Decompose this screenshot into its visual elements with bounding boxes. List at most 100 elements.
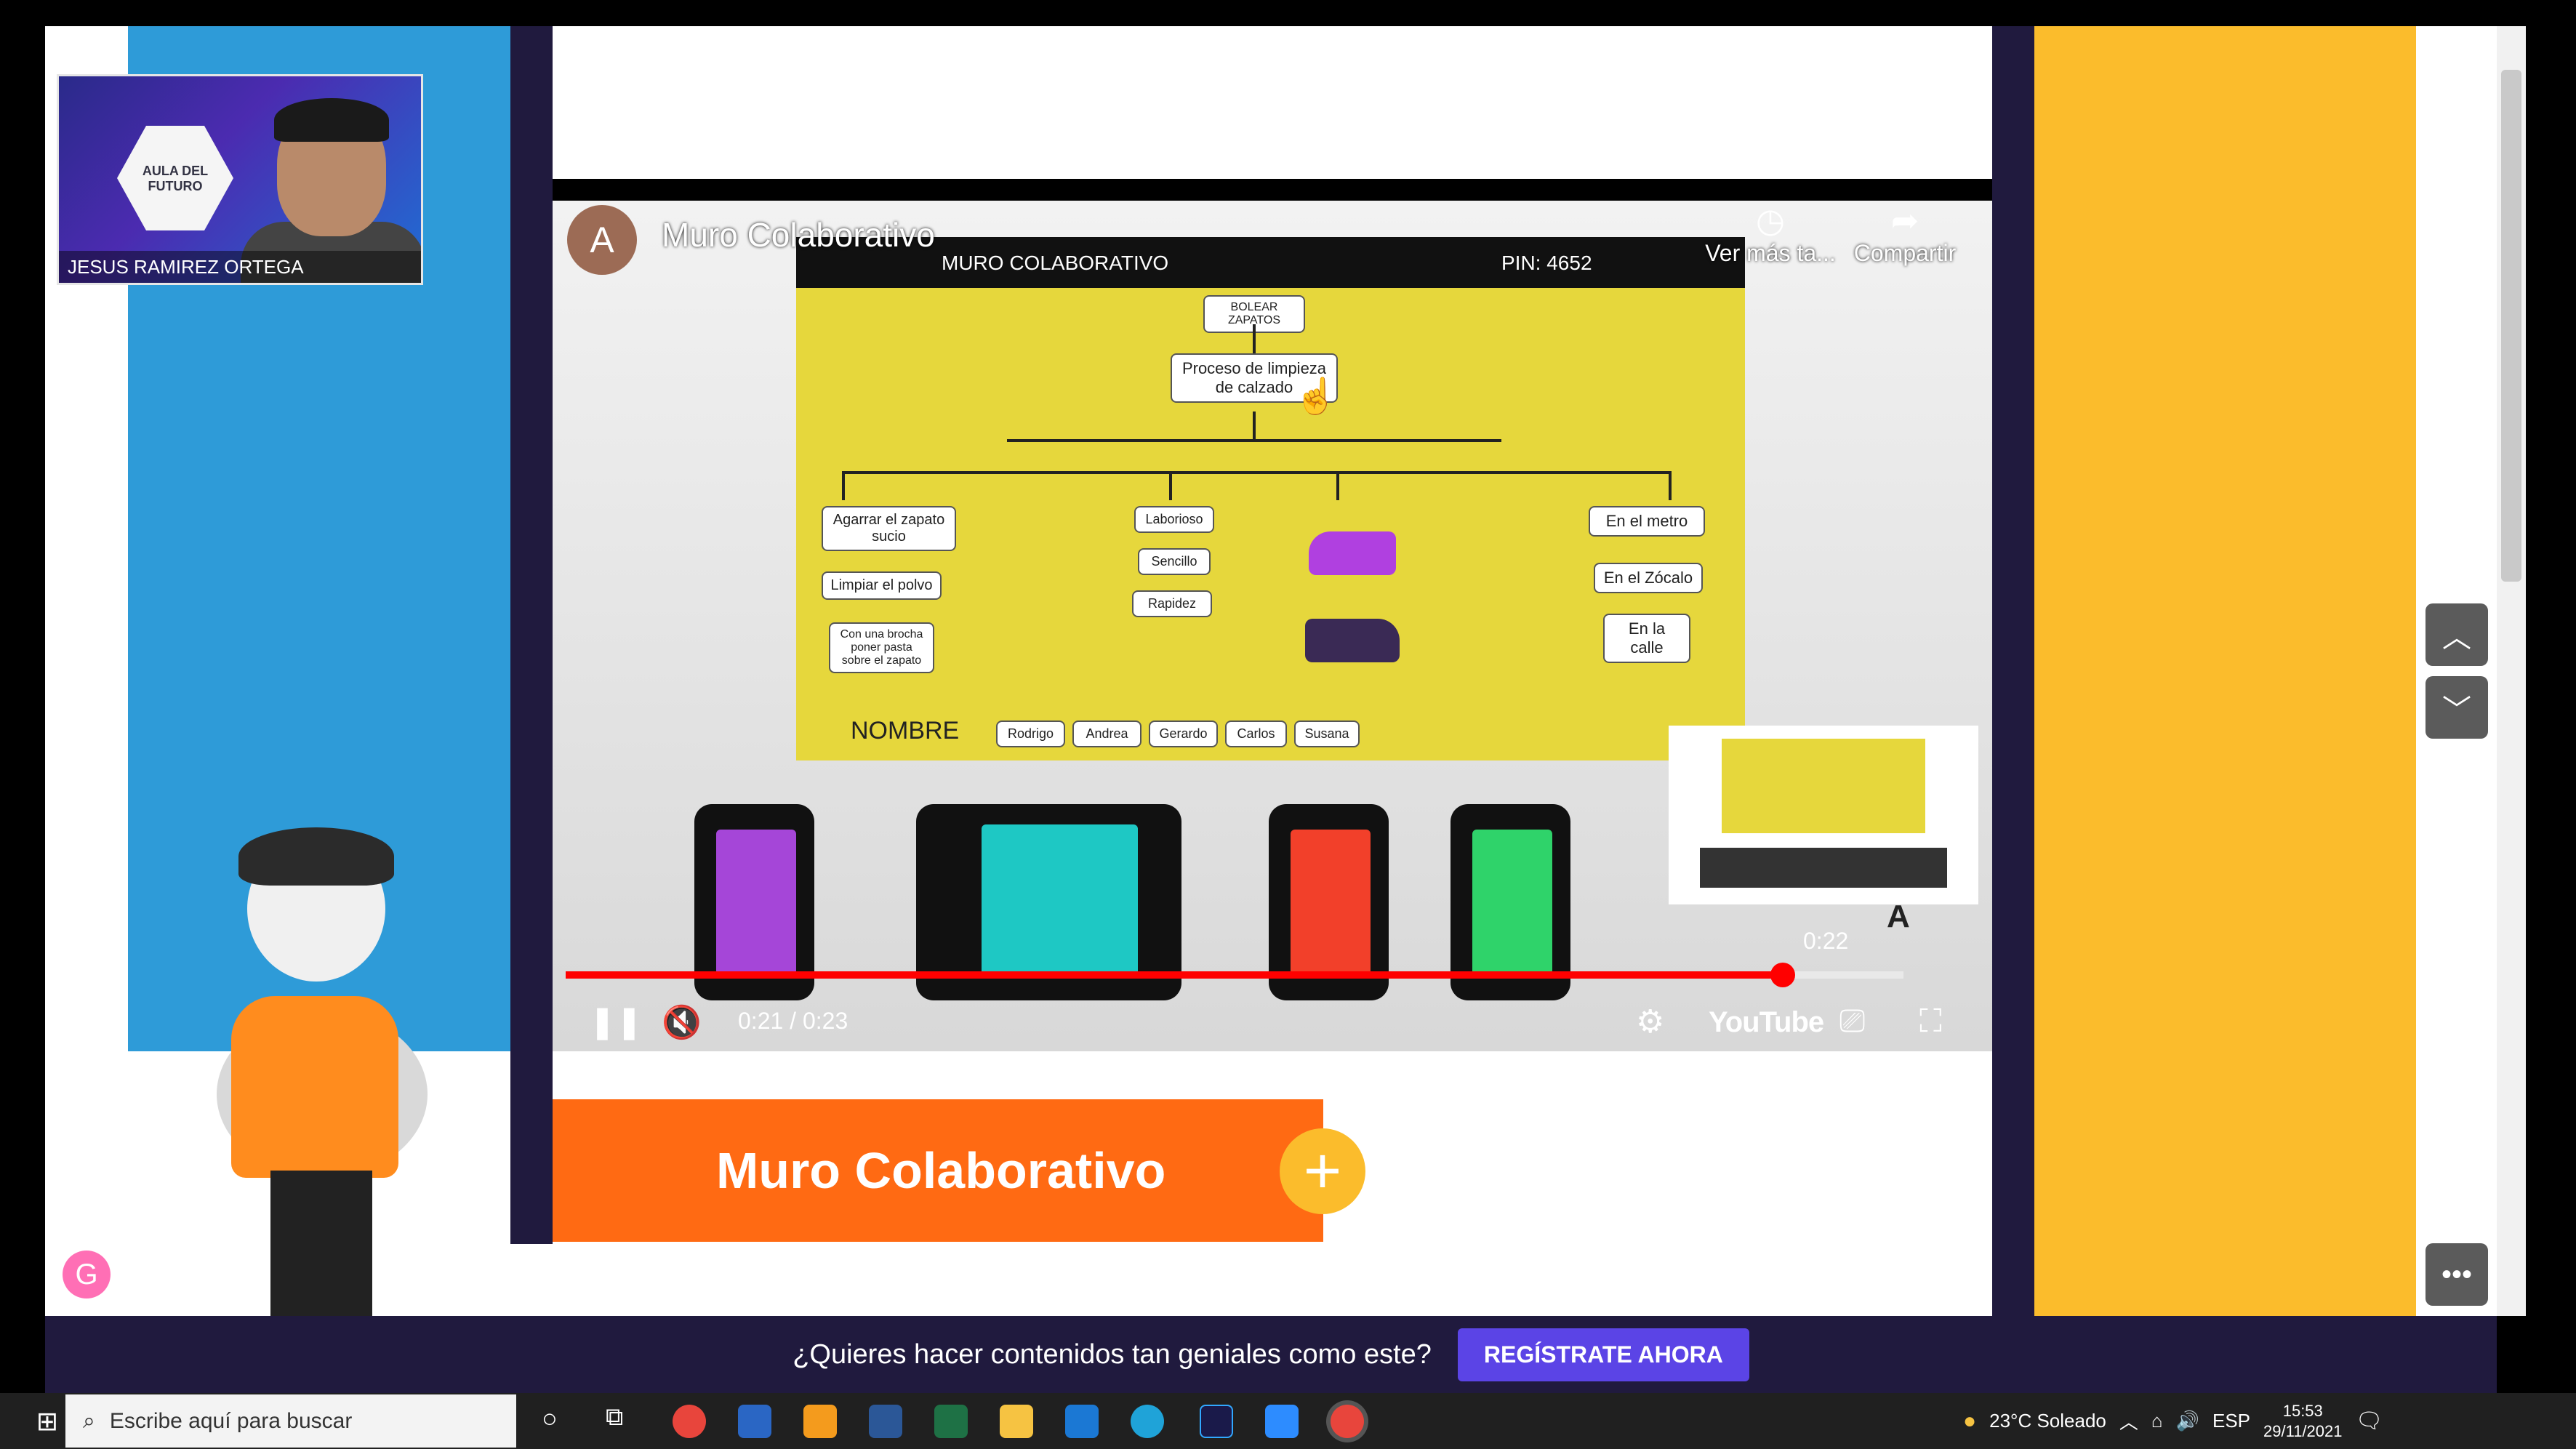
more-options-button[interactable]: ••• (2425, 1243, 2488, 1306)
watch-later-button[interactable]: ◷ Ver más ta... (1698, 201, 1843, 267)
pause-icon[interactable]: ❚❚ (589, 1003, 643, 1040)
edge-icon[interactable] (1131, 1405, 1164, 1438)
grammarly-icon[interactable]: G (63, 1251, 111, 1299)
tree-line (1169, 471, 1172, 500)
zoom-icon[interactable] (1265, 1405, 1299, 1438)
cortana-icon[interactable]: ○ (542, 1403, 558, 1434)
search-icon: ⌕ (83, 1408, 95, 1433)
more-icon: ••• (2441, 1258, 2472, 1291)
register-bar: ¿Quieres hacer contenidos tan geniales c… (45, 1316, 2497, 1393)
notifications-icon[interactable]: 🗨 (2356, 1408, 2383, 1434)
tablet-screen (982, 824, 1138, 977)
col4-node: En el metro (1589, 506, 1705, 537)
time-current: 0:21 (738, 1008, 784, 1034)
name-tag: Andrea (1072, 721, 1141, 747)
clock-date: 29/11/2021 (2263, 1421, 2343, 1440)
name-tag: Susana (1294, 721, 1360, 747)
tree-line (1007, 439, 1501, 442)
youtube-logo[interactable]: YouTube (1709, 1006, 1824, 1039)
register-button[interactable]: REGÍSTRATE AHORA (1457, 1328, 1749, 1381)
store-icon[interactable] (738, 1405, 771, 1438)
mute-icon[interactable]: 🔇 (662, 1003, 702, 1041)
seek-preview-thumbnail (1669, 726, 1978, 904)
seek-hover-time: 0:22 (1803, 928, 1849, 954)
clock[interactable]: 15:53 29/11/2021 (2263, 1401, 2342, 1442)
tree-line (1669, 471, 1672, 500)
pointer-hand-icon: ☝ (1294, 377, 1338, 416)
logo-text: AULA DEL FUTURO (142, 164, 209, 193)
collaborative-wall-slide: BOLEAR ZAPATOS Proceso de limpieza de ca… (796, 288, 1745, 760)
character-body (231, 996, 398, 1178)
share-icon: ➦ (1890, 201, 1919, 239)
tree-line (1253, 324, 1256, 353)
plus-icon: + (1303, 1134, 1342, 1208)
navy-stripe-right (1992, 26, 2034, 1316)
webcam-feed: AULA DEL FUTURO JESUS RAMIREZ ORTEGA (57, 74, 423, 285)
nombre-label: NOMBRE (851, 717, 960, 744)
chrome-icon[interactable] (673, 1405, 706, 1438)
banner-title: Muro Colaborativo (716, 1142, 1166, 1199)
file-explorer-icon[interactable] (1000, 1405, 1033, 1438)
cast-icon[interactable]: ⎚ (1839, 1003, 1865, 1040)
navy-stripe-left (510, 26, 553, 1244)
name-tag: Gerardo (1149, 721, 1218, 747)
col2-node: Rapidez (1132, 590, 1212, 617)
chrome-active-icon[interactable] (1331, 1405, 1364, 1438)
photoshop-icon[interactable] (1200, 1405, 1233, 1438)
taskbar-search[interactable]: ⌕ Escribe aquí para buscar (65, 1394, 516, 1448)
shoe-image (1305, 619, 1400, 662)
windows-icon: ⊞ (36, 1405, 59, 1436)
mail-icon[interactable] (1065, 1405, 1099, 1438)
weather-text[interactable]: 23°C Soleado (1989, 1410, 2106, 1432)
col2-node: Sencillo (1138, 548, 1211, 575)
video-title[interactable]: Muro Colaborativo (662, 215, 935, 254)
channel-avatar[interactable]: A (567, 205, 637, 275)
fullscreen-icon[interactable]: ⛶ (1919, 1003, 1942, 1040)
tree-line (842, 471, 1671, 474)
watch-later-label: Ver más ta... (1705, 240, 1836, 266)
phone-screen (1291, 830, 1371, 975)
phone-screen (1472, 830, 1552, 975)
player-controls: ❚❚ 🔇 0:21 / 0:23 ⚙ YouTube ⎚ ⛶ (553, 993, 1992, 1051)
scrollbar-thumb[interactable] (2501, 70, 2521, 582)
section-banner: Muro Colaborativo (553, 1099, 1323, 1242)
preview-devices (1700, 848, 1947, 888)
settings-gear-icon[interactable]: ⚙ (1636, 1003, 1664, 1040)
preview-slide (1722, 739, 1925, 833)
scroll-down-button[interactable]: ﹀ (2425, 676, 2488, 739)
tree-line (842, 471, 845, 500)
share-label: Compartir (1853, 240, 1957, 266)
video-player[interactable]: MURO COLABORATIVO PIN: 4652 BOLEAR ZAPAT… (553, 179, 1992, 1051)
character-legs (270, 1171, 372, 1316)
tray-chevron-icon[interactable]: ︿ (2119, 1408, 2138, 1434)
yellow-panel (2034, 26, 2416, 1316)
tree-line (1336, 471, 1339, 500)
left-border (0, 0, 45, 1316)
slide-header-title: MURO COLABORATIVO (942, 252, 1169, 274)
register-prompt: ¿Quieres hacer contenidos tan geniales c… (793, 1338, 1432, 1370)
share-button[interactable]: ➦ Compartir (1832, 201, 1978, 267)
video-top-strip (553, 179, 1992, 201)
weather-sun-icon: ● (1963, 1408, 1977, 1433)
chevron-up-icon: ︿ (2442, 622, 2471, 654)
presenter-hair (274, 98, 389, 142)
excel-icon[interactable] (934, 1405, 968, 1438)
network-icon[interactable]: ⌂ (2151, 1410, 2163, 1432)
expand-plus-button[interactable]: + (1280, 1128, 1365, 1214)
media-player-icon[interactable] (803, 1405, 837, 1438)
clock-icon: ◷ (1755, 201, 1786, 239)
participant-name: JESUS RAMIREZ ORTEGA (59, 251, 421, 283)
search-placeholder: Escribe aquí para buscar (109, 1408, 353, 1433)
slide-header: MURO COLABORATIVO PIN: 4652 (796, 237, 1745, 288)
scroll-up-button[interactable]: ︿ (2425, 603, 2488, 666)
language-indicator[interactable]: ESP (2212, 1410, 2250, 1432)
aula-futuro-watermark: A (1887, 899, 1910, 934)
time-display: 0:21 / 0:23 (738, 1008, 848, 1034)
window-topbar (0, 0, 2576, 26)
time-total: 0:23 (802, 1008, 848, 1034)
word-icon[interactable] (869, 1405, 902, 1438)
task-view-icon[interactable]: ⧉ (606, 1403, 623, 1432)
phone-screen (716, 830, 796, 975)
volume-icon[interactable]: 🔊 (2176, 1410, 2199, 1432)
progress-scrubber[interactable] (1770, 963, 1795, 987)
